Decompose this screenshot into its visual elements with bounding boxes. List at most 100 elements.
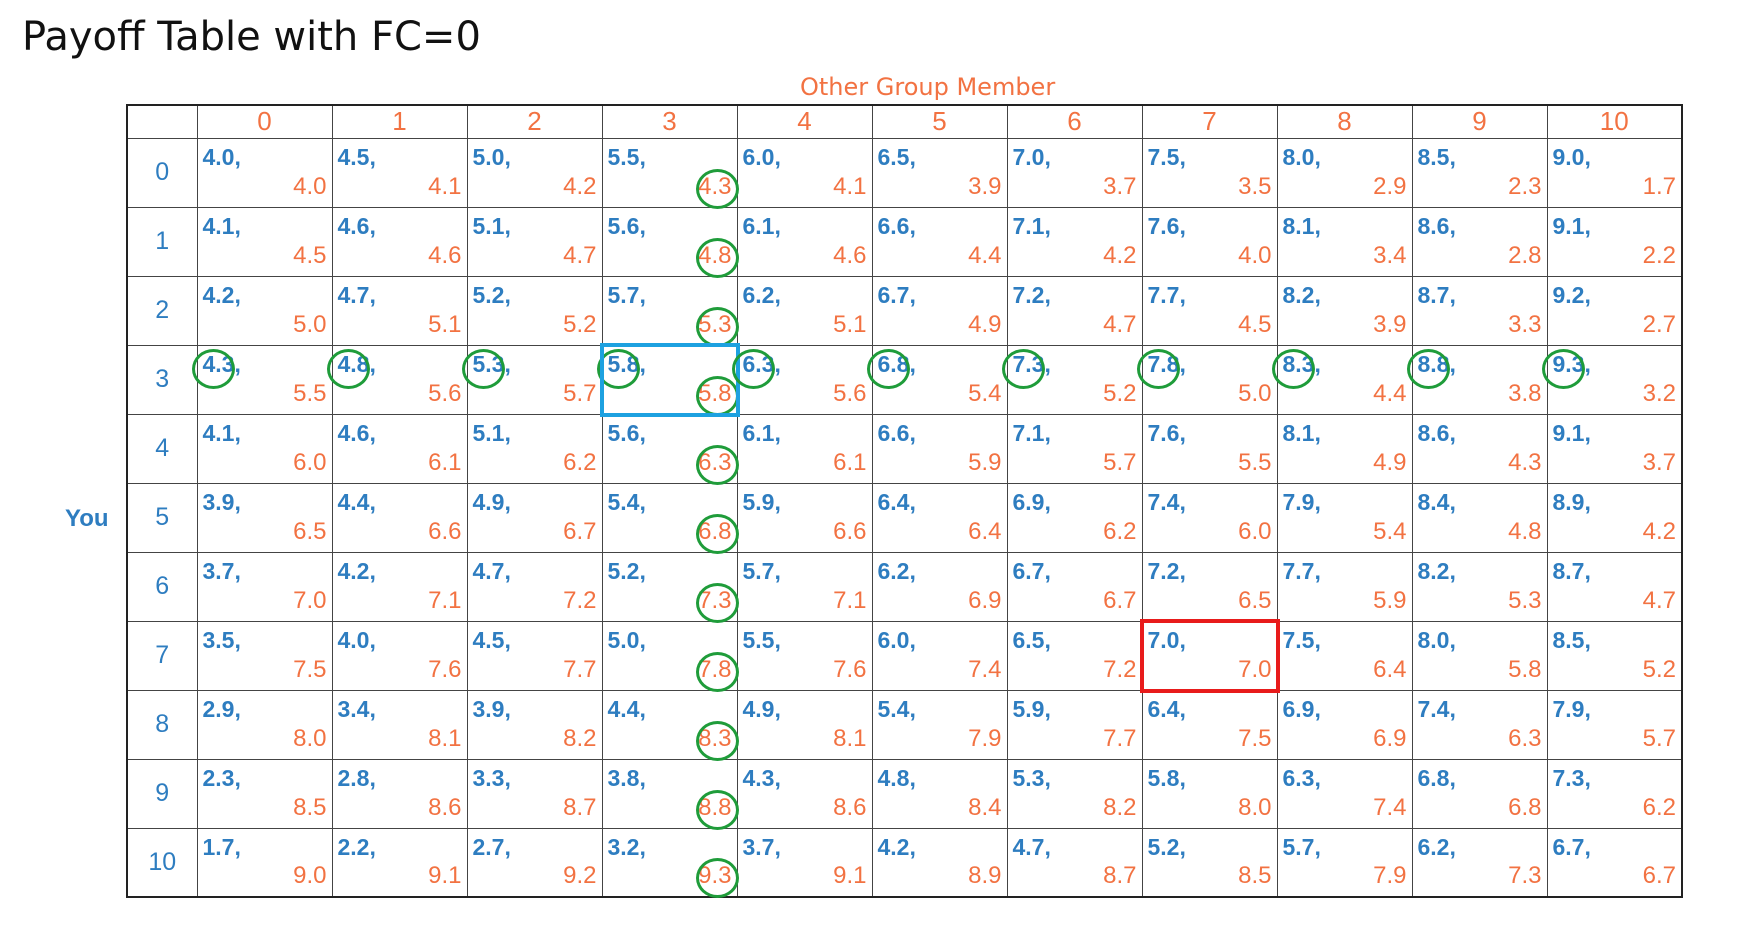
you-payoff: 6.3, [742,350,781,377]
payoff-cell: 6.6, 4.4 [871,206,1008,277]
other-payoff: 5.7 [563,379,597,407]
you-payoff: 7.5, [1147,143,1186,170]
you-payoff: 8.7, [1552,557,1591,584]
other-payoff: 6.2 [1103,517,1137,545]
payoff-cell: 6.8, 6.8 [1411,758,1548,829]
other-payoff: 3.9 [1373,310,1407,338]
payoff-cell: 4.8, 8.4 [871,758,1008,829]
column-header: 4 [736,104,873,139]
row-header: 9 [126,758,198,829]
other-payoff: 8.0 [1238,793,1272,821]
other-payoff: 4.9 [968,310,1002,338]
payoff-cell: 9.1, 3.7 [1546,413,1683,484]
other-payoff: 7.9 [1373,862,1407,889]
other-payoff: 3.8 [1508,379,1542,407]
you-payoff: 7.7, [1147,281,1186,308]
other-payoff: 5.9 [968,448,1002,476]
other-payoff: 4.5 [1238,310,1272,338]
table-row: 1 4.1, 4.5 4.6, 4.6 5.1, 4.7 5.6, 4.8 6.1, 4.6 6.6,… [126,206,1683,278]
payoff-cell: 5.5, 7.6 [736,620,873,691]
you-payoff: 8.2, [1282,281,1321,308]
other-payoff: 2.8 [1508,241,1542,269]
you-payoff: 1.7, [202,833,241,860]
you-payoff: 8.5, [1417,143,1456,170]
payoff-cell: 7.4, 6.0 [1141,482,1278,553]
you-payoff: 6.5, [1012,626,1051,653]
you-payoff: 4.5, [472,626,511,653]
you-payoff: 6.7, [877,281,916,308]
other-payoff: 4.1 [833,172,867,200]
you-payoff: 7.0, [1012,143,1051,170]
column-header: 3 [601,104,738,139]
row-header: 5 [126,482,198,553]
payoff-cell: 6.1, 4.6 [736,206,873,277]
you-payoff: 7.9, [1552,695,1591,722]
you-payoff: 7.3, [1012,350,1051,377]
you-payoff: 4.2, [202,281,241,308]
payoff-cell: 8.3, 4.4 [1271,344,1413,415]
column-header: 0 [196,104,333,139]
you-payoff: 6.5, [877,143,916,170]
column-header: 10 [1546,104,1683,139]
other-payoff: 7.3 [698,586,732,614]
payoff-cell: 4.4, 6.6 [331,482,468,553]
other-payoff: 2.9 [1373,172,1407,200]
other-payoff: 8.6 [833,793,867,821]
you-payoff: 8.8, [1417,350,1456,377]
you-payoff: 7.2, [1147,557,1186,584]
you-payoff: 4.2, [877,833,916,860]
payoff-cell: 1.7, 9.0 [196,827,333,898]
payoff-cell: 2.8, 8.6 [331,758,468,829]
table-row: 5 3.9, 6.5 4.4, 6.6 4.9, 6.7 5.4, 6.8 5.9, 6.6 6.4,… [126,482,1683,554]
other-payoff: 4.7 [1103,310,1137,338]
payoff-cell: 7.6, 5.5 [1141,413,1278,484]
payoff-cell: 6.5, 3.9 [871,137,1008,208]
payoff-cell: 2.2, 9.1 [331,827,468,898]
payoff-cell: 5.2, 8.5 [1141,827,1278,898]
payoff-cell: 9.3, 3.2 [1541,344,1683,415]
table-row: 3 4.3, 5.5 4.8, 5.6 5.3, 5.7 5.8, 5.8 6.3, 5.6 6.8,… [126,342,1683,417]
other-payoff: 5.8 [698,379,732,407]
you-payoff: 3.3, [472,764,511,791]
other-payoff: 5.3 [1508,586,1542,614]
other-payoff: 4.6 [428,241,462,269]
payoff-cell: 4.2, 8.9 [871,827,1008,898]
payoff-cell: 4.3, 8.6 [736,758,873,829]
you-payoff: 6.2, [742,281,781,308]
payoff-cell: 8.5, 5.2 [1546,620,1683,691]
other-payoff: 3.4 [1373,241,1407,269]
payoff-cell: 2.7, 9.2 [466,827,603,898]
you-payoff: 7.1, [1012,212,1051,239]
payoff-cell: 8.9, 4.2 [1546,482,1683,553]
you-payoff: 8.5, [1552,626,1591,653]
other-payoff: 5.6 [428,379,462,407]
you-payoff: 3.9, [202,488,241,515]
payoff-cell: 9.1, 2.2 [1546,206,1683,277]
payoff-cell: 4.5, 4.1 [331,137,468,208]
table-row: 6 3.7, 7.0 4.2, 7.1 4.7, 7.2 5.2, 7.3 5.7, 7.1 6.2,… [126,551,1683,623]
you-payoff: 7.1, [1012,419,1051,446]
other-payoff: 5.1 [833,310,867,338]
you-payoff: 5.4, [877,695,916,722]
you-payoff: 9.0, [1552,143,1591,170]
other-payoff: 3.9 [968,172,1002,200]
payoff-cell: 6.7, 4.9 [871,275,1008,346]
payoff-cell: 4.7, 5.1 [331,275,468,346]
you-payoff: 4.1, [202,419,241,446]
payoff-cell: 4.7, 8.7 [1006,827,1143,898]
payoff-cell: 5.5, 4.3 [601,137,739,209]
payoff-cell: 5.9, 7.7 [1006,689,1143,760]
other-payoff: 8.5 [1238,862,1272,889]
other-payoff: 7.5 [293,655,327,683]
other-payoff: 4.0 [293,172,327,200]
other-payoff: 6.7 [563,517,597,545]
other-payoff: 5.0 [293,310,327,338]
other-payoff: 7.6 [833,655,867,683]
other-payoff: 7.3 [1508,862,1542,889]
other-payoff: 7.1 [428,586,462,614]
payoff-cell: 8.7, 4.7 [1546,551,1683,622]
you-payoff: 6.3, [1282,764,1321,791]
column-header: 1 [331,104,468,139]
other-payoff: 4.9 [1373,448,1407,476]
other-payoff: 8.5 [293,793,327,821]
